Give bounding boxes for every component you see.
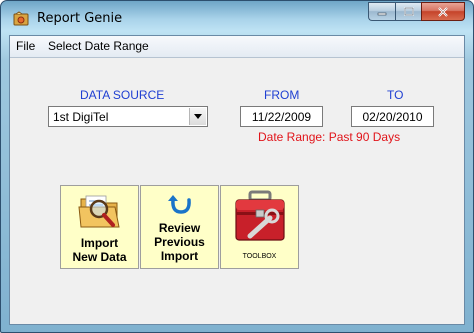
menu-select-date-range[interactable]: Select Date Range bbox=[48, 39, 149, 53]
to-date-value: 02/20/2010 bbox=[362, 110, 423, 124]
data-source-value: 1st DigiTel bbox=[53, 110, 109, 124]
maximize-button[interactable] bbox=[395, 2, 421, 21]
review-previous-import-button[interactable]: Review Previous Import bbox=[140, 185, 219, 269]
to-label: TO bbox=[387, 88, 404, 102]
toolbox-button[interactable]: TOOLBOX bbox=[220, 185, 299, 269]
import-line1: Import bbox=[80, 236, 119, 250]
undo-arrow-icon bbox=[168, 195, 191, 214]
from-date-value: 11/22/2009 bbox=[251, 110, 312, 124]
review-line3: Import bbox=[160, 249, 199, 263]
date-range-text: Date Range: Past 90 Days bbox=[258, 130, 401, 144]
chevron-down-icon bbox=[194, 114, 202, 119]
import-new-data-button[interactable]: Import New Data bbox=[60, 185, 139, 269]
client-area: File Select Date Range DATA SOURCE 1st D… bbox=[9, 35, 465, 325]
toolbox-icon bbox=[235, 190, 285, 241]
maximize-icon bbox=[403, 7, 414, 16]
data-source-select[interactable]: 1st DigiTel bbox=[48, 106, 208, 127]
import-line2: New Data bbox=[72, 250, 127, 264]
from-label: FROM bbox=[264, 88, 300, 102]
toolbox-label: TOOLBOX bbox=[242, 253, 277, 260]
to-date-field[interactable]: 02/20/2010 bbox=[351, 106, 434, 127]
minimize-button[interactable] bbox=[368, 2, 395, 21]
from-date-field[interactable]: 11/22/2009 bbox=[240, 106, 323, 127]
data-source-label: DATA SOURCE bbox=[80, 88, 165, 102]
close-button[interactable] bbox=[421, 2, 465, 21]
review-line1: Review bbox=[158, 221, 201, 235]
report-genie-icon bbox=[13, 11, 29, 26]
review-line2: Previous bbox=[154, 235, 205, 249]
app-window: Report Genie File Select Date Range DATA… bbox=[0, 0, 474, 333]
window-title: Report Genie bbox=[37, 11, 123, 26]
window-controls bbox=[368, 2, 465, 22]
folder-search-icon bbox=[78, 195, 120, 228]
menu-bar: File Select Date Range bbox=[10, 36, 464, 58]
dropdown-button[interactable] bbox=[189, 108, 206, 125]
minimize-icon bbox=[377, 12, 387, 15]
menu-file[interactable]: File bbox=[16, 39, 35, 53]
title-bar[interactable]: Report Genie bbox=[1, 1, 473, 35]
close-icon bbox=[438, 6, 448, 17]
